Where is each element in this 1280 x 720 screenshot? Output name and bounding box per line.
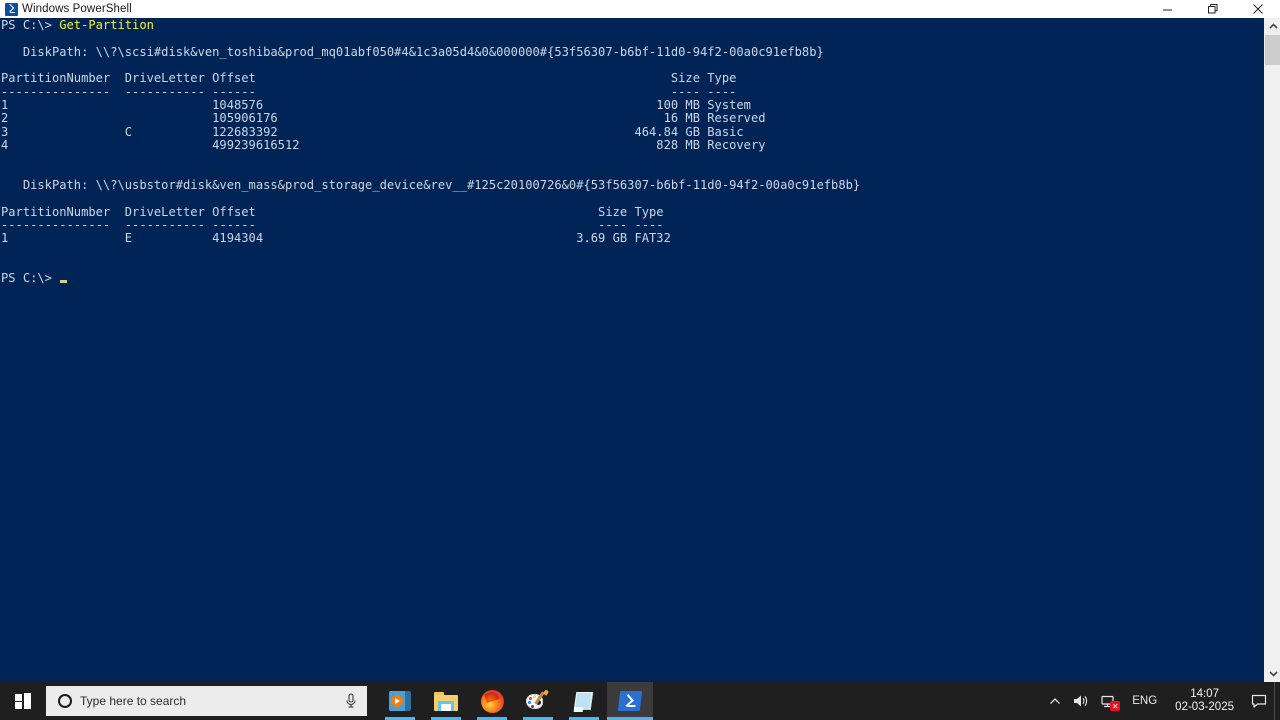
system-tray: ✕ ENG 14:07 02-03-2025 bbox=[1042, 682, 1280, 720]
powershell-taskbar-icon bbox=[617, 691, 643, 711]
search-input[interactable]: Type here to search bbox=[46, 686, 367, 716]
taskbar-item-windows-powershell[interactable] bbox=[607, 682, 653, 720]
console-prompt: PS C:\> bbox=[1, 271, 60, 286]
console-output-line: 4 499239616512 828 MB Recovery bbox=[1, 137, 766, 152]
action-center-button[interactable] bbox=[1244, 694, 1274, 709]
taskbar: Type here to search ✕ ENG 14:07 02-03-20… bbox=[0, 682, 1280, 720]
clock[interactable]: 14:07 02-03-2025 bbox=[1165, 688, 1244, 714]
taskbar-item-firefox[interactable] bbox=[469, 682, 515, 720]
sticky-notes-icon bbox=[573, 691, 595, 712]
show-desktop-button[interactable] bbox=[1274, 682, 1280, 720]
powershell-window: Windows PowerShell PS C:\> Get-Partition… bbox=[0, 0, 1280, 720]
console-command-line: PS C:\> Get-Partition bbox=[1, 18, 1264, 32]
text-cursor bbox=[60, 280, 68, 284]
language-indicator[interactable]: ENG bbox=[1124, 682, 1165, 720]
console-output-line: PartitionNumber DriveLetter Offset Size … bbox=[1, 71, 737, 86]
console-input-line: PS C:\> bbox=[1, 272, 1264, 285]
console-scrollbar[interactable] bbox=[1264, 18, 1280, 682]
firefox-icon bbox=[480, 689, 504, 713]
file-explorer-icon bbox=[434, 691, 458, 711]
window-title: Windows PowerShell bbox=[22, 3, 132, 15]
scrollbar-track[interactable] bbox=[1265, 65, 1280, 665]
paint-icon bbox=[526, 689, 550, 712]
network-error-badge: ✕ bbox=[1110, 701, 1121, 711]
console-output-line: 1 1048576 100 MB System bbox=[1, 97, 751, 112]
microphone-icon[interactable] bbox=[343, 692, 359, 710]
console-command: Get-Partition bbox=[59, 18, 154, 32]
volume-icon[interactable] bbox=[1068, 682, 1094, 720]
console-output-line: DiskPath: \\?\usbstor#disk&ven_mass&prod… bbox=[1, 177, 861, 192]
console-output-line: 2 105906176 16 MB Reserved bbox=[1, 111, 766, 126]
scroll-down-icon[interactable] bbox=[1265, 665, 1280, 682]
start-button[interactable] bbox=[0, 682, 46, 720]
network-disconnected-icon[interactable]: ✕ bbox=[1094, 682, 1124, 720]
console-output-line: 1 E 4194304 3.69 GB FAT32 bbox=[1, 231, 671, 246]
console-output[interactable]: PS C:\> Get-Partition DiskPath: \\?\scsi… bbox=[0, 18, 1264, 682]
scrollbar-thumb[interactable] bbox=[1265, 35, 1280, 65]
console-output-line: 3 C 122683392 464.84 GB Basic bbox=[1, 124, 744, 139]
taskbar-item-sticky-notes[interactable] bbox=[561, 682, 607, 720]
powershell-icon bbox=[0, 0, 22, 18]
console-output-line: PartitionNumber DriveLetter Offset Size … bbox=[1, 204, 664, 219]
console-output-line: --------------- ----------- ------ ---- … bbox=[1, 84, 737, 99]
console-prompt: PS C:\> bbox=[1, 18, 60, 32]
title-bar: Windows PowerShell bbox=[0, 0, 1280, 18]
taskbar-item-paint[interactable] bbox=[515, 682, 561, 720]
taskbar-apps bbox=[377, 682, 653, 720]
clock-time: 14:07 bbox=[1190, 688, 1219, 700]
close-button[interactable] bbox=[1235, 0, 1280, 18]
taskbar-item-media-player[interactable] bbox=[377, 682, 423, 720]
show-hidden-icons-button[interactable] bbox=[1042, 682, 1068, 720]
minimize-button[interactable] bbox=[1145, 0, 1190, 18]
media-player-icon bbox=[389, 691, 411, 711]
search-placeholder: Type here to search bbox=[80, 694, 187, 708]
maximize-restore-button[interactable] bbox=[1190, 0, 1235, 18]
scroll-up-icon[interactable] bbox=[1265, 18, 1280, 35]
search-circle-icon bbox=[58, 694, 72, 708]
console-output-line: --------------- ----------- ------ ---- … bbox=[1, 217, 664, 232]
console-output-line: DiskPath: \\?\scsi#disk&ven_toshiba&prod… bbox=[1, 44, 824, 59]
clock-date: 02-03-2025 bbox=[1175, 701, 1234, 713]
windows-logo-icon bbox=[15, 693, 31, 709]
taskbar-item-file-explorer[interactable] bbox=[423, 682, 469, 720]
